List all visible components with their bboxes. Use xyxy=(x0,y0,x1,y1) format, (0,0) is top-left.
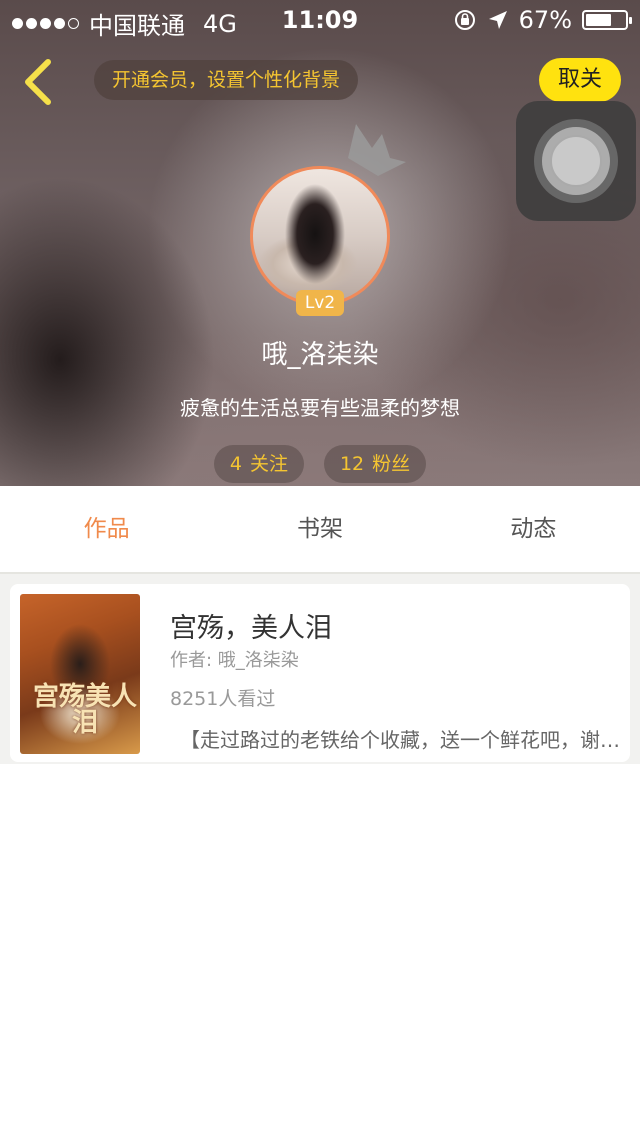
following-label: 关注 xyxy=(249,453,288,475)
profile-stats: 4 关注 12 粉丝 xyxy=(0,445,640,483)
assistive-touch-button[interactable] xyxy=(516,101,636,221)
book-author: 作者: 哦_洛柒染 xyxy=(170,650,299,671)
book-cover[interactable]: 宫殇美人泪 xyxy=(20,594,140,754)
tab-activity[interactable]: 动态 xyxy=(427,486,640,572)
following-stat[interactable]: 4 关注 xyxy=(213,445,304,483)
book-views: 8251人看过 xyxy=(170,688,276,710)
book-card[interactable]: 宫殇美人泪 宫殇，美人泪 作者: 哦_洛柒染 8251人看过 【走过路过的老铁给… xyxy=(10,584,630,762)
tab-works[interactable]: 作品 xyxy=(0,486,213,572)
level-badge: Lv2 xyxy=(296,290,344,316)
unfollow-button[interactable]: 取关 xyxy=(539,58,621,102)
fans-label: 粉丝 xyxy=(372,453,411,475)
username: 哦_洛柒染 xyxy=(261,340,379,370)
vip-background-banner[interactable]: 开通会员，设置个性化背景 xyxy=(94,60,359,100)
battery-icon xyxy=(582,10,632,30)
book-description: 【走过路过的老铁给个收藏，送一个鲜花吧，谢谢】 xyxy=(180,728,620,752)
tab-bookshelf[interactable]: 书架 xyxy=(213,486,426,572)
status-bar: 中国联通 4G 11:09 67% xyxy=(0,0,640,40)
battery-percent: 67% xyxy=(518,6,572,34)
location-arrow-icon xyxy=(488,11,507,29)
rotation-lock-icon xyxy=(454,10,475,30)
book-title: 宫殇，美人泪 xyxy=(170,613,332,644)
fans-stat[interactable]: 12 粉丝 xyxy=(323,445,427,483)
profile-tabs: 作品 书架 动态 xyxy=(0,486,640,574)
book-cover-title: 宫殇美人泪 xyxy=(32,682,137,738)
profile-motto: 疲惫的生活总要有些温柔的梦想 xyxy=(180,396,460,420)
back-icon[interactable] xyxy=(18,56,58,108)
crown-icon xyxy=(348,124,406,176)
fans-count: 12 xyxy=(339,453,365,475)
profile-header: 中国联通 4G 11:09 67% 开通会员，设置个性化背景 取关 Lv2 哦_ xyxy=(0,0,640,486)
avatar[interactable] xyxy=(250,166,390,306)
following-count: 4 xyxy=(229,453,242,475)
